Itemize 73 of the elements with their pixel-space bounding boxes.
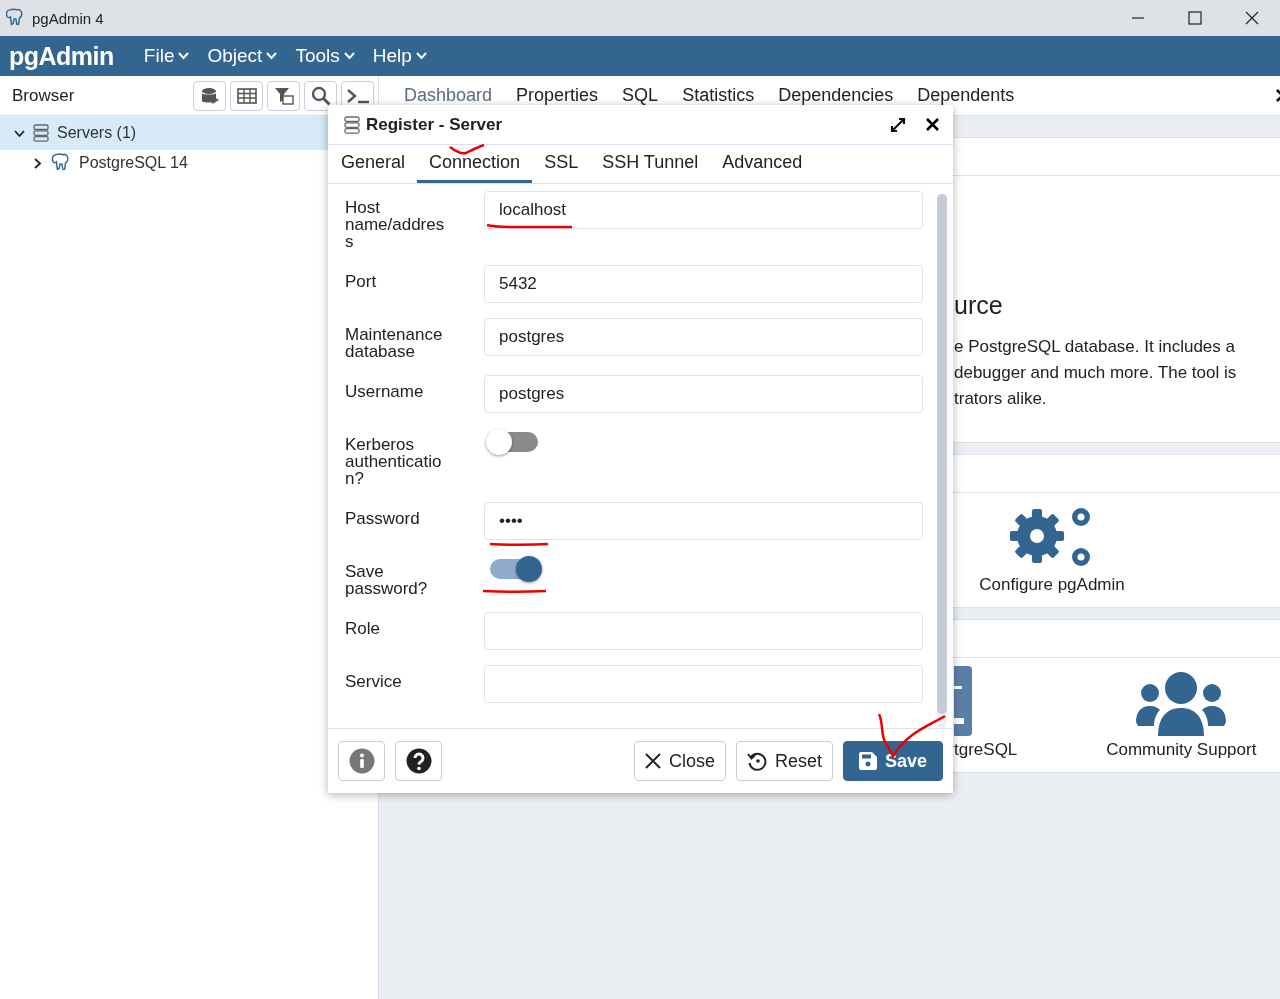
save-button[interactable]: Save — [842, 741, 943, 781]
welcome-text: debugger and much more. The tool is — [954, 362, 1238, 384]
terminal-icon — [345, 87, 370, 104]
input-field[interactable]: •••• — [484, 502, 923, 540]
welcome-text: e PostgreSQL database. It includes a — [954, 336, 1236, 358]
panel-tab[interactable]: Dependents — [905, 76, 1027, 115]
field-label: Save password? — [345, 561, 429, 597]
table-tool-button[interactable] — [230, 80, 263, 111]
chevron-icon — [415, 52, 427, 60]
dialog-tab[interactable]: Advanced — [710, 145, 815, 183]
field-label: Kerberos authentication? — [345, 434, 443, 487]
server-group-icon — [344, 115, 360, 134]
panel-tab[interactable]: Statistics — [670, 76, 767, 115]
input-field[interactable] — [484, 612, 923, 650]
input-field[interactable] — [484, 665, 923, 703]
chevron-icon — [343, 52, 355, 60]
annotation-underline — [489, 542, 549, 546]
field-label: Port — [345, 271, 378, 293]
input-field[interactable]: localhost — [484, 191, 923, 229]
info-button[interactable] — [338, 741, 385, 781]
panel-tab[interactable]: Dashboard — [392, 76, 505, 115]
expand-icon[interactable] — [890, 116, 906, 133]
field-label: Username — [345, 381, 425, 403]
chevron-icon — [178, 52, 190, 60]
scrollbar[interactable] — [937, 194, 947, 728]
close-button[interactable]: Close — [633, 741, 726, 781]
menu-item[interactable]: Help — [372, 45, 427, 67]
menu-item[interactable]: File — [143, 45, 190, 67]
pgadmin-logo: pgAdmin — [9, 41, 114, 71]
configure-link[interactable]: Configure pgAdmin — [952, 493, 1152, 607]
search-icon — [310, 85, 331, 106]
close-icon — [644, 753, 661, 769]
panel-tab[interactable]: SQL — [610, 76, 671, 115]
chevron-icon — [266, 52, 278, 60]
filter-icon — [273, 86, 294, 105]
maximize-icon[interactable] — [1188, 11, 1202, 25]
dialog-tab[interactable]: SSL — [532, 145, 591, 183]
window-title: pgAdmin 4 — [32, 9, 104, 27]
welcome-heading: urce — [954, 291, 1004, 320]
postgresql-link[interactable]: tgreSQL — [954, 666, 1018, 760]
filter-table-button[interactable] — [267, 80, 300, 111]
input-field[interactable]: 5432 — [484, 265, 923, 303]
community-link[interactable]: Community Support — [1071, 672, 1280, 760]
help-button[interactable] — [395, 741, 442, 781]
close-icon[interactable] — [1245, 11, 1259, 25]
annotation-underline — [482, 589, 547, 593]
help-icon — [405, 748, 432, 774]
panel-tab[interactable]: Dependencies — [766, 76, 906, 115]
field-label: Host name/address — [345, 197, 445, 250]
table-icon — [236, 87, 257, 104]
input-field[interactable]: postgres — [484, 318, 923, 356]
database-icon — [200, 86, 219, 105]
users-icon — [1136, 672, 1227, 736]
server-group-icon — [33, 124, 49, 142]
input-field[interactable]: postgres — [484, 375, 923, 413]
chevron-icon — [32, 157, 43, 169]
field-label: Service — [345, 671, 403, 693]
welcome-text: trators alike. — [954, 388, 1048, 410]
menu-item[interactable]: Object — [207, 45, 278, 67]
database-tool-button[interactable] — [193, 80, 226, 111]
menu-item[interactable]: Tools — [295, 45, 355, 67]
field-label: Role — [345, 618, 381, 640]
field-label: Password — [345, 508, 421, 530]
annotation-mark — [449, 143, 485, 155]
info-icon — [348, 748, 375, 774]
browser-title: Browser — [12, 85, 75, 106]
field-label: Maintenance database — [345, 324, 444, 360]
panel-tab[interactable]: Properties — [504, 76, 611, 115]
search-button[interactable] — [304, 80, 337, 111]
dialog-tab[interactable]: SSH Tunnel — [590, 145, 711, 183]
reset-icon — [746, 751, 767, 771]
reset-button[interactable]: Reset — [735, 741, 833, 781]
close-icon[interactable] — [926, 118, 939, 131]
